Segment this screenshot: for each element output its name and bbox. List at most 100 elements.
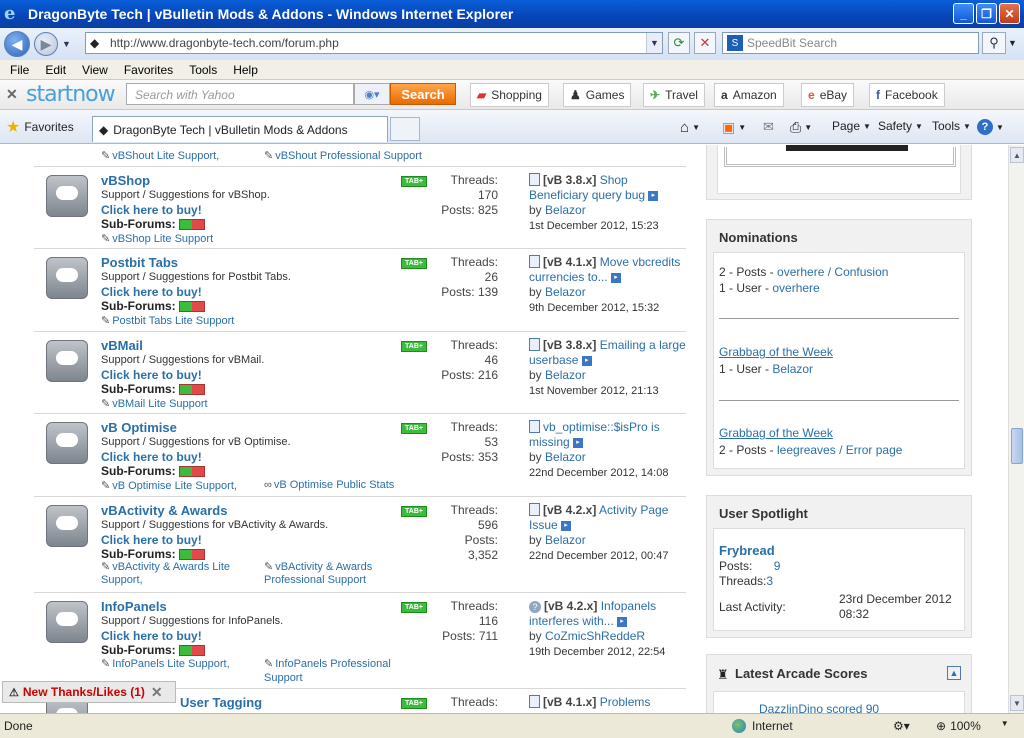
go-to-post-icon[interactable]: ▸ xyxy=(581,355,592,366)
search-go-button[interactable]: ⚲ xyxy=(982,32,1006,54)
shopping-link[interactable]: ▰ Shopping xyxy=(470,83,549,107)
toolbar-close-icon[interactable]: ✕ xyxy=(6,86,26,103)
arcade-entry[interactable]: DazzlinDino scored 90 xyxy=(759,702,879,713)
travel-link[interactable]: ✈ Travel xyxy=(643,83,705,107)
new-tab-button[interactable] xyxy=(390,117,420,141)
subforum-link[interactable]: ✎ vB Optimise Lite Support, xyxy=(101,479,237,492)
subforum-vbshout-pro[interactable]: ✎ vBShout Professional Support xyxy=(264,149,422,162)
last-post-user[interactable]: CoZmicShReddeR xyxy=(545,629,645,643)
page-menu[interactable]: Page ▼ xyxy=(832,119,871,133)
help-button[interactable]: ? ▼ xyxy=(977,119,1004,135)
games-link[interactable]: ♟ Games xyxy=(563,83,632,107)
ebay-link[interactable]: e eBay xyxy=(801,83,855,107)
forum-title[interactable]: vBShop xyxy=(101,173,150,188)
subforum-link[interactable]: ✎ Postbit Tabs Lite Support xyxy=(101,314,234,327)
go-to-post-icon[interactable]: ▸ xyxy=(573,437,584,448)
search-box[interactable]: S SpeedBit Search xyxy=(722,32,979,54)
amazon-link[interactable]: a Amazon xyxy=(714,83,784,107)
read-mail-button[interactable]: ✉ xyxy=(763,119,774,135)
nominee-user-link[interactable]: overhere xyxy=(777,265,824,279)
print-button[interactable]: ⎙ ▼ xyxy=(790,119,812,136)
grabbag-title-link[interactable]: Grabbag of the Week xyxy=(719,345,833,359)
buy-link[interactable]: Click here to buy! xyxy=(101,450,202,464)
menu-view[interactable]: View xyxy=(82,63,108,77)
buy-link[interactable]: Click here to buy! xyxy=(101,533,202,547)
forum-title[interactable]: vB Optimise xyxy=(101,420,177,435)
favorites-button[interactable]: ★ Favorites xyxy=(6,117,74,137)
recent-pages-chevron-icon[interactable]: ▼ xyxy=(62,39,71,49)
subforum-link[interactable]: ✎ vBMail Lite Support xyxy=(101,397,208,410)
grabbag-title-link[interactable]: Grabbag of the Week xyxy=(719,426,833,440)
subforum-link[interactable]: ✎ InfoPanels Lite Support, xyxy=(101,657,230,670)
search-options-chevron-icon[interactable]: ▼ xyxy=(1008,38,1017,48)
back-button[interactable]: ◀ xyxy=(4,31,30,57)
yahoo-search-button[interactable]: Search xyxy=(390,83,456,105)
subforum-link[interactable]: ✎ vBShop Lite Support xyxy=(101,232,213,245)
go-to-post-icon[interactable]: ▸ xyxy=(617,616,628,627)
refresh-button[interactable]: ⟳ xyxy=(668,32,690,54)
forum-title[interactable]: vBMail xyxy=(101,338,143,353)
startnow-logo[interactable]: startnow xyxy=(26,82,116,107)
zoom-control[interactable]: ⊕ 100% ▼ xyxy=(936,719,1009,733)
home-button[interactable]: ⌂ ▼ xyxy=(680,119,700,136)
collapse-icon[interactable]: ▲ xyxy=(947,666,961,680)
forum-title[interactable]: vBActivity & Awards xyxy=(101,503,227,518)
last-post-title[interactable]: vb_optimise::$isPro is missing xyxy=(529,420,660,449)
buy-link[interactable]: Click here to buy! xyxy=(101,629,202,643)
close-notification-icon[interactable]: ✕ xyxy=(151,684,163,701)
facebook-link[interactable]: f Facebook xyxy=(869,83,945,107)
forum-title[interactable]: Postbit Tabs xyxy=(101,255,178,270)
scroll-thumb[interactable] xyxy=(1011,428,1023,464)
menu-tools[interactable]: Tools xyxy=(189,63,217,77)
safety-menu[interactable]: Safety ▼ xyxy=(878,119,923,133)
feeds-button[interactable]: ▣ ▼ xyxy=(722,119,746,136)
last-post-user[interactable]: Belazor xyxy=(545,368,586,382)
address-dropdown-icon[interactable]: ▼ xyxy=(646,33,662,53)
subforum-vbshout-lite[interactable]: ✎ vBShout Lite Support, xyxy=(101,149,219,162)
last-post-user[interactable]: Belazor xyxy=(545,450,586,464)
arcade-trophy-icon: ♜ xyxy=(717,667,729,682)
spotlight-user-link[interactable]: Frybread xyxy=(719,543,775,558)
menu-favorites[interactable]: Favorites xyxy=(124,63,173,77)
buy-link[interactable]: Click here to buy! xyxy=(101,285,202,299)
address-bar[interactable]: ◆ http://www.dragonbyte-tech.com/forum.p… xyxy=(85,32,663,54)
nominee-user-link[interactable]: overhere xyxy=(772,281,819,295)
forum-title[interactable]: User Tagging xyxy=(180,695,262,710)
grabbag-thread-link[interactable]: Error page xyxy=(846,443,903,457)
subforum-link[interactable]: ∞ vB Optimise Public Stats xyxy=(264,479,394,491)
last-post-title[interactable]: Problems xyxy=(600,695,651,709)
stop-button[interactable]: ✕ xyxy=(694,32,716,54)
last-post-user[interactable]: Belazor xyxy=(545,533,586,547)
go-to-post-icon[interactable]: ▸ xyxy=(611,272,622,283)
go-to-post-icon[interactable]: ▸ xyxy=(648,190,659,201)
protected-mode-icon[interactable]: ⚙▾ xyxy=(893,719,910,733)
thanks-notification[interactable]: ⚠ New Thanks/Likes (1) ✕ xyxy=(2,681,176,703)
tools-menu[interactable]: Tools ▼ xyxy=(932,119,971,133)
close-button[interactable]: ✕ xyxy=(999,3,1020,24)
menu-file[interactable]: File xyxy=(10,63,29,77)
subforum-link[interactable]: ✎ vBActivity & Awards Professional Suppor… xyxy=(264,561,404,587)
grabbag-user-link[interactable]: leegreaves xyxy=(777,443,836,457)
tab-dragonbyte[interactable]: ◆ DragonByte Tech | vBulletin Mods & Add… xyxy=(92,116,388,142)
last-post-user[interactable]: Belazor xyxy=(545,203,586,217)
nominee-thread-link[interactable]: Confusion xyxy=(834,265,888,279)
menu-edit[interactable]: Edit xyxy=(45,63,66,77)
scroll-up-icon[interactable]: ▲ xyxy=(1010,147,1024,163)
go-to-post-icon[interactable]: ▸ xyxy=(561,520,572,531)
scroll-down-icon[interactable]: ▼ xyxy=(1010,695,1024,711)
last-post-user[interactable]: Belazor xyxy=(545,285,586,299)
menu-help[interactable]: Help xyxy=(233,63,258,77)
subforum-link[interactable]: ✎ InfoPanels Professional Support xyxy=(264,657,414,685)
buy-link[interactable]: Click here to buy! xyxy=(101,368,202,382)
yahoo-search-input[interactable]: Search with Yahoo xyxy=(126,83,354,105)
forum-description: Support / Suggestions for vBShop. xyxy=(101,189,270,201)
forward-button[interactable]: ▶ xyxy=(34,32,58,56)
subforum-link[interactable]: ✎ vBActivity & Awards Lite Support, xyxy=(101,561,241,587)
buy-link[interactable]: Click here to buy! xyxy=(101,203,202,217)
restore-button[interactable]: ❐ xyxy=(976,3,997,24)
forum-title[interactable]: InfoPanels xyxy=(101,599,167,614)
minimize-button[interactable]: _ xyxy=(953,3,974,24)
search-engine-select[interactable]: ◉▾ xyxy=(354,83,390,105)
vertical-scrollbar[interactable]: ▲ ▼ xyxy=(1008,145,1024,713)
grabbag-user-link[interactable]: Belazor xyxy=(772,362,813,376)
